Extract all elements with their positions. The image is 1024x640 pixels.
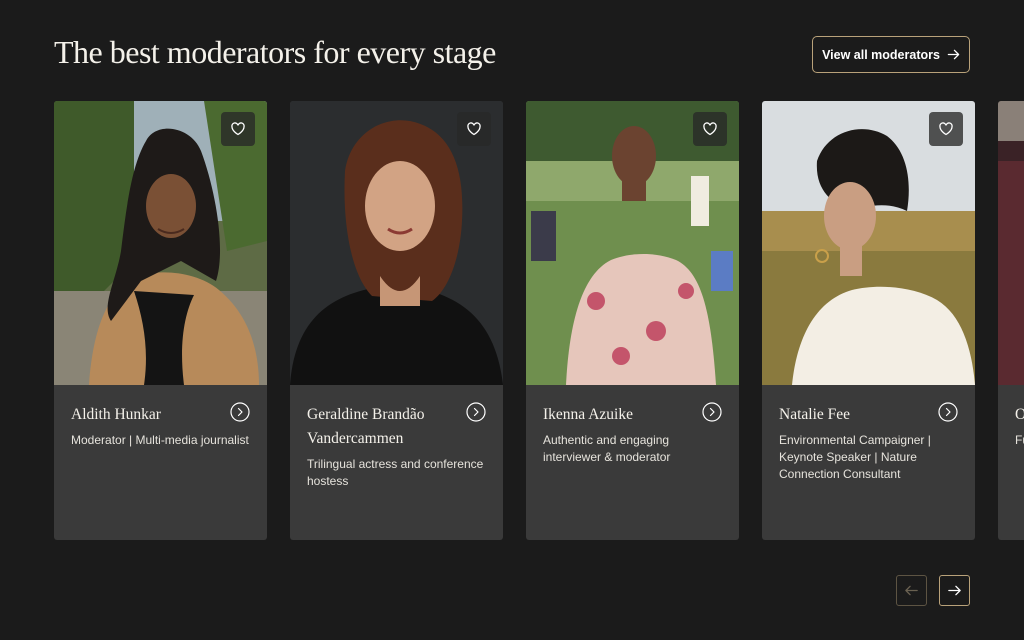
moderator-role: Trilingual actress and conference hostes…: [307, 457, 484, 488]
favorite-button[interactable]: [457, 112, 491, 146]
open-profile-button[interactable]: [938, 402, 958, 422]
moderator-carousel[interactable]: Aldith Hunkar Moderator | Multi-media jo…: [54, 101, 1024, 541]
carousel-prev-button[interactable]: [896, 575, 927, 606]
moderator-photo: [54, 101, 267, 385]
moderator-name: Geraldine Brandão Vandercammen: [307, 406, 425, 447]
carousel-next-button[interactable]: [939, 575, 970, 606]
arrow-right-icon: [948, 585, 961, 596]
moderator-name: Natalie Fee: [779, 406, 851, 423]
moderator-role: Authentic and engaging interviewer & mod…: [543, 433, 671, 464]
moderator-card[interactable]: O Fu: [998, 101, 1024, 540]
moderator-role: Environmental Campaigner | Keynote Speak…: [779, 433, 931, 481]
heart-outline-icon: [703, 122, 717, 136]
moderator-photo: [290, 101, 503, 385]
moderator-card[interactable]: Aldith Hunkar Moderator | Multi-media jo…: [54, 101, 267, 540]
heart-outline-icon: [231, 122, 245, 136]
moderator-photo: [526, 101, 739, 385]
favorite-button[interactable]: [221, 112, 255, 146]
moderator-card[interactable]: Ikenna Azuike Authentic and engaging int…: [526, 101, 739, 540]
moderator-photo: [762, 101, 975, 385]
view-all-moderators-button[interactable]: View all moderators: [812, 36, 970, 73]
heart-outline-icon: [939, 122, 953, 136]
arrow-right-circle-icon: [466, 402, 486, 422]
arrow-right-circle-icon: [938, 402, 958, 422]
moderator-name: O: [1015, 406, 1024, 423]
moderator-card[interactable]: Natalie Fee Environmental Campaigner | K…: [762, 101, 975, 540]
open-profile-button[interactable]: [230, 402, 250, 422]
arrow-right-circle-icon: [230, 402, 250, 422]
favorite-button[interactable]: [929, 112, 963, 146]
moderator-role: Fu: [1015, 433, 1024, 447]
moderator-name: Ikenna Azuike: [543, 406, 633, 423]
arrow-left-icon: [905, 585, 918, 596]
moderator-photo: [998, 101, 1024, 385]
favorite-button[interactable]: [693, 112, 727, 146]
arrow-right-circle-icon: [702, 402, 722, 422]
section-title: The best moderators for every stage: [54, 34, 496, 70]
heart-outline-icon: [467, 122, 481, 136]
arrow-right-icon: [947, 49, 960, 60]
moderator-card[interactable]: Geraldine Brandão Vandercammen Trilingua…: [290, 101, 503, 540]
open-profile-button[interactable]: [702, 402, 722, 422]
moderator-role: Moderator | Multi-media journalist: [71, 433, 249, 447]
moderator-name: Aldith Hunkar: [71, 406, 161, 423]
open-profile-button[interactable]: [466, 402, 486, 422]
view-all-label: View all moderators: [822, 47, 940, 62]
